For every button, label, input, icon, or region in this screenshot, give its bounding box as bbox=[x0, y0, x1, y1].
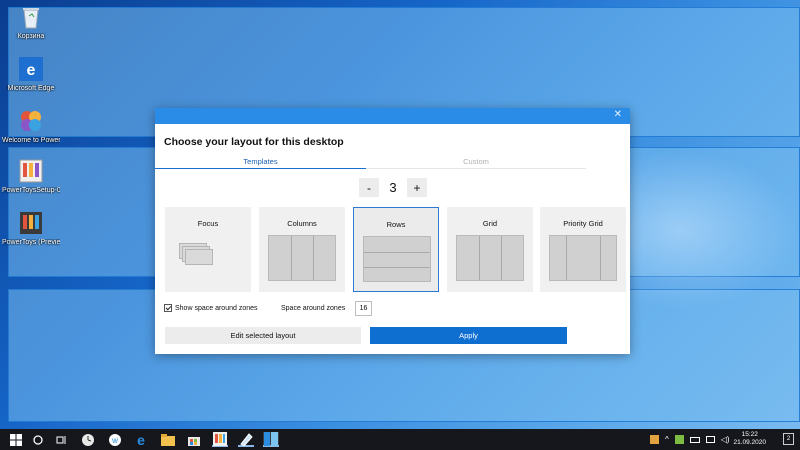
grid-preview bbox=[456, 235, 524, 281]
browser-icon: w bbox=[109, 433, 121, 446]
show-space-option: Show space around zones bbox=[164, 304, 258, 312]
tab-custom-label: Custom bbox=[463, 157, 489, 166]
layout-name: Priority Grid bbox=[563, 219, 603, 228]
svg-text:e: e bbox=[27, 62, 36, 79]
alarm-clock-icon bbox=[82, 433, 94, 446]
show-space-label: Show space around zones bbox=[175, 304, 258, 312]
desktop-icon-label: Microsoft Edge bbox=[7, 85, 55, 92]
chevron-up-icon[interactable]: ^ bbox=[665, 435, 669, 444]
taskbar-app-notes[interactable] bbox=[238, 432, 254, 447]
priority-grid-preview bbox=[549, 235, 617, 281]
tab-templates[interactable]: Templates bbox=[155, 157, 366, 169]
desktop-icon-powertoys-welcome[interactable]: Welcome to PowerToys bbox=[2, 107, 60, 144]
edge-icon: e bbox=[137, 433, 145, 447]
close-icon[interactable]: ✕ bbox=[614, 109, 622, 120]
desktop-icon-powertoys[interactable]: PowerToys (Preview) bbox=[2, 209, 60, 246]
layout-name: Columns bbox=[287, 219, 317, 228]
desktop-icon-powertoys-setup[interactable]: PowerToysSetup-0.2... bbox=[2, 157, 60, 194]
desktop-icon-label: Корзина bbox=[17, 33, 45, 40]
clock-time: 15:22 bbox=[741, 431, 758, 438]
decrement-button[interactable]: - bbox=[359, 178, 379, 197]
powertoys-icon bbox=[213, 431, 227, 446]
system-tray: ^ ◁) bbox=[650, 429, 736, 450]
increment-button[interactable]: + bbox=[407, 178, 427, 197]
task-view-button[interactable] bbox=[53, 432, 69, 447]
layout-card-rows[interactable]: Rows bbox=[353, 207, 439, 292]
app-tray-icon[interactable] bbox=[674, 435, 684, 444]
taskbar-app-browser[interactable]: w bbox=[107, 432, 123, 447]
layout-name: Rows bbox=[386, 220, 406, 229]
recycle-bin-icon bbox=[17, 3, 45, 31]
space-around-input[interactable]: 16 bbox=[355, 301, 372, 316]
layout-card-columns[interactable]: Columns bbox=[259, 207, 345, 292]
layout-card-focus[interactable]: Focus bbox=[165, 207, 251, 292]
notes-icon bbox=[240, 432, 253, 446]
layout-name: Focus bbox=[197, 219, 219, 228]
desktop-icon-label: PowerToysSetup-0.2... bbox=[2, 187, 60, 194]
layout-card-grid[interactable]: Grid bbox=[447, 207, 533, 292]
columns-preview bbox=[268, 235, 336, 281]
dialog-title: Choose your layout for this desktop bbox=[164, 136, 344, 148]
network-icon[interactable] bbox=[705, 436, 715, 443]
layout-name: Grid bbox=[482, 219, 498, 228]
desktop-icon-label: Welcome to PowerToys bbox=[2, 137, 60, 144]
powertoys-welcome-icon bbox=[17, 107, 45, 135]
folder-icon bbox=[161, 433, 175, 446]
volume-icon[interactable]: ◁) bbox=[721, 435, 730, 444]
tab-custom[interactable]: Custom bbox=[366, 157, 586, 169]
apply-button[interactable]: Apply bbox=[370, 327, 567, 344]
clock-date: 21.09.2020 bbox=[733, 439, 766, 446]
taskbar-app-fancyzones[interactable] bbox=[263, 431, 279, 447]
start-button[interactable] bbox=[8, 432, 24, 447]
tab-divider bbox=[366, 168, 586, 169]
battery-icon[interactable] bbox=[689, 436, 700, 443]
svg-text:w: w bbox=[111, 436, 118, 445]
dialog-titlebar[interactable]: ✕ bbox=[155, 108, 630, 124]
svg-text:e: e bbox=[137, 433, 145, 447]
taskbar-app-store[interactable] bbox=[186, 432, 202, 447]
taskbar-app-clock[interactable] bbox=[80, 432, 96, 447]
space-around-label: Space around zones bbox=[281, 305, 346, 312]
desktop-icon-label: PowerToys (Preview) bbox=[2, 239, 60, 246]
powertoys-tray-icon[interactable] bbox=[650, 435, 659, 444]
store-icon bbox=[188, 436, 200, 446]
rows-preview bbox=[363, 236, 431, 282]
taskbar-app-explorer[interactable] bbox=[160, 432, 176, 447]
taskbar: w e ^ ◁) 15:22 21.09.2020 2 bbox=[0, 429, 800, 450]
edit-layout-button[interactable]: Edit selected layout bbox=[165, 327, 361, 344]
powertoys-setup-icon bbox=[17, 157, 45, 185]
search-icon bbox=[33, 434, 43, 445]
taskbar-app-powertoys[interactable] bbox=[212, 431, 228, 447]
desktop-icon-edge[interactable]: e Microsoft Edge bbox=[2, 55, 60, 92]
powertoys-icon bbox=[17, 209, 45, 237]
fancyzones-icon bbox=[264, 431, 278, 446]
task-view-icon bbox=[56, 435, 66, 444]
zone-count-stepper: - 3 + bbox=[359, 178, 427, 197]
clock[interactable]: 15:22 21.09.2020 bbox=[733, 431, 766, 447]
notification-center-button[interactable]: 2 bbox=[783, 433, 794, 445]
zone-count-value: 3 bbox=[389, 180, 397, 195]
desktop-icon-recycle-bin[interactable]: Корзина bbox=[2, 3, 60, 40]
show-space-checkbox[interactable] bbox=[164, 304, 172, 312]
search-button[interactable] bbox=[30, 432, 46, 447]
windows-logo-icon bbox=[10, 433, 22, 446]
edge-icon: e bbox=[17, 55, 45, 83]
layout-editor-dialog: ✕ Choose your layout for this desktop Te… bbox=[155, 108, 630, 354]
layout-card-priority-grid[interactable]: Priority Grid bbox=[540, 207, 626, 292]
taskbar-app-edge[interactable]: e bbox=[133, 432, 149, 447]
